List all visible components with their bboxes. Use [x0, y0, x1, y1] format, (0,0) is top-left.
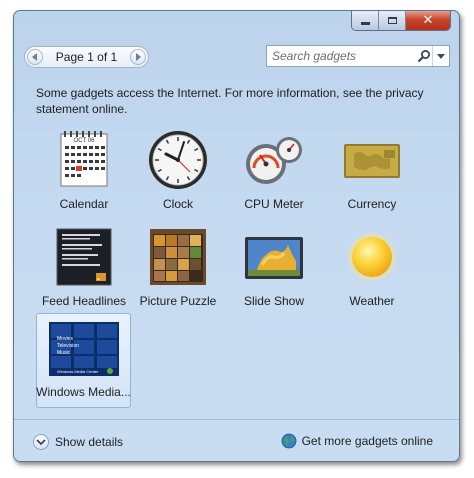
gadget-cpu-meter[interactable]: CPU Meter: [228, 122, 320, 213]
search-box: [266, 45, 450, 67]
media-menu-item: Television: [57, 343, 79, 349]
calendar-month-label: OCT 06: [74, 138, 96, 144]
gadget-label: Windows Media...: [36, 385, 131, 399]
show-details-toggle[interactable]: Show details: [33, 434, 123, 450]
search-options-dropdown[interactable]: [432, 46, 449, 66]
arrow-left-icon: [32, 53, 37, 61]
gadget-currency[interactable]: Currency: [326, 122, 418, 213]
close-icon: ✕: [422, 13, 434, 28]
gadget-feed-headlines[interactable]: Feed Headlines: [38, 219, 130, 310]
gadget-weather[interactable]: Weather: [326, 219, 418, 310]
gadget-calendar[interactable]: OCT 06 Calendar: [38, 122, 130, 213]
minimize-button[interactable]: [352, 11, 379, 30]
maximize-button[interactable]: [379, 11, 406, 30]
minimize-icon: [360, 22, 370, 25]
gadget-gallery-window: ✕ Page 1 of 1 Some gadgets access the In…: [13, 10, 460, 462]
gadget-picture-puzzle[interactable]: Picture Puzzle: [132, 219, 224, 310]
feed-headlines-icon: [52, 225, 116, 289]
arrow-right-icon: [135, 53, 141, 61]
windows-media-center-icon: Movies Television Music Windows Media Ce…: [47, 320, 121, 378]
globe-icon: [281, 433, 296, 449]
media-menu-item: Music: [57, 350, 71, 356]
get-more-gadgets-link[interactable]: Get more gadgets online: [281, 433, 433, 449]
gadget-label: Picture Puzzle: [139, 294, 217, 308]
sun-icon: [340, 225, 404, 289]
search-input[interactable]: [267, 49, 416, 63]
calendar-icon: OCT 06: [52, 128, 116, 192]
maximize-icon: [387, 17, 397, 24]
chevron-down-icon: [437, 53, 445, 59]
chevron-down-icon: [33, 434, 49, 450]
page-indicator: Page 1 of 1: [55, 50, 118, 64]
privacy-notice: Some gadgets access the Internet. For mo…: [36, 86, 424, 116]
clock-icon: [146, 128, 210, 192]
gadget-label: Clock: [162, 197, 193, 211]
get-more-gadgets-label: Get more gadgets online: [301, 434, 433, 448]
gadget-label: Weather: [349, 294, 395, 308]
gadget-clock[interactable]: Clock: [132, 122, 224, 213]
caption-buttons: ✕: [351, 11, 451, 31]
gadget-windows-media-center[interactable]: Movies Television Music Windows Media Ce…: [36, 313, 131, 408]
gadget-label: Calendar: [59, 197, 109, 211]
footer-bar: Show details Get more gadgets online: [14, 419, 459, 461]
media-menu-item: Movies: [57, 336, 73, 342]
gadget-label: Currency: [347, 197, 397, 211]
slide-show-icon: [242, 225, 306, 289]
gadget-slide-show[interactable]: Slide Show: [228, 219, 320, 310]
close-button[interactable]: ✕: [406, 11, 450, 30]
gadget-label: Slide Show: [243, 294, 305, 308]
show-details-label: Show details: [55, 435, 124, 449]
next-page-button[interactable]: [129, 49, 146, 65]
currency-icon: [340, 128, 404, 192]
media-caption: Windows Media Center: [57, 369, 99, 374]
gadget-label: Feed Headlines: [41, 294, 127, 308]
cpu-meter-icon: [242, 128, 306, 192]
gadget-label: CPU Meter: [244, 197, 304, 211]
previous-page-button[interactable]: [27, 49, 43, 65]
picture-puzzle-icon: [146, 225, 210, 289]
page-navigator: Page 1 of 1: [24, 46, 149, 68]
search-icon[interactable]: [416, 46, 432, 66]
